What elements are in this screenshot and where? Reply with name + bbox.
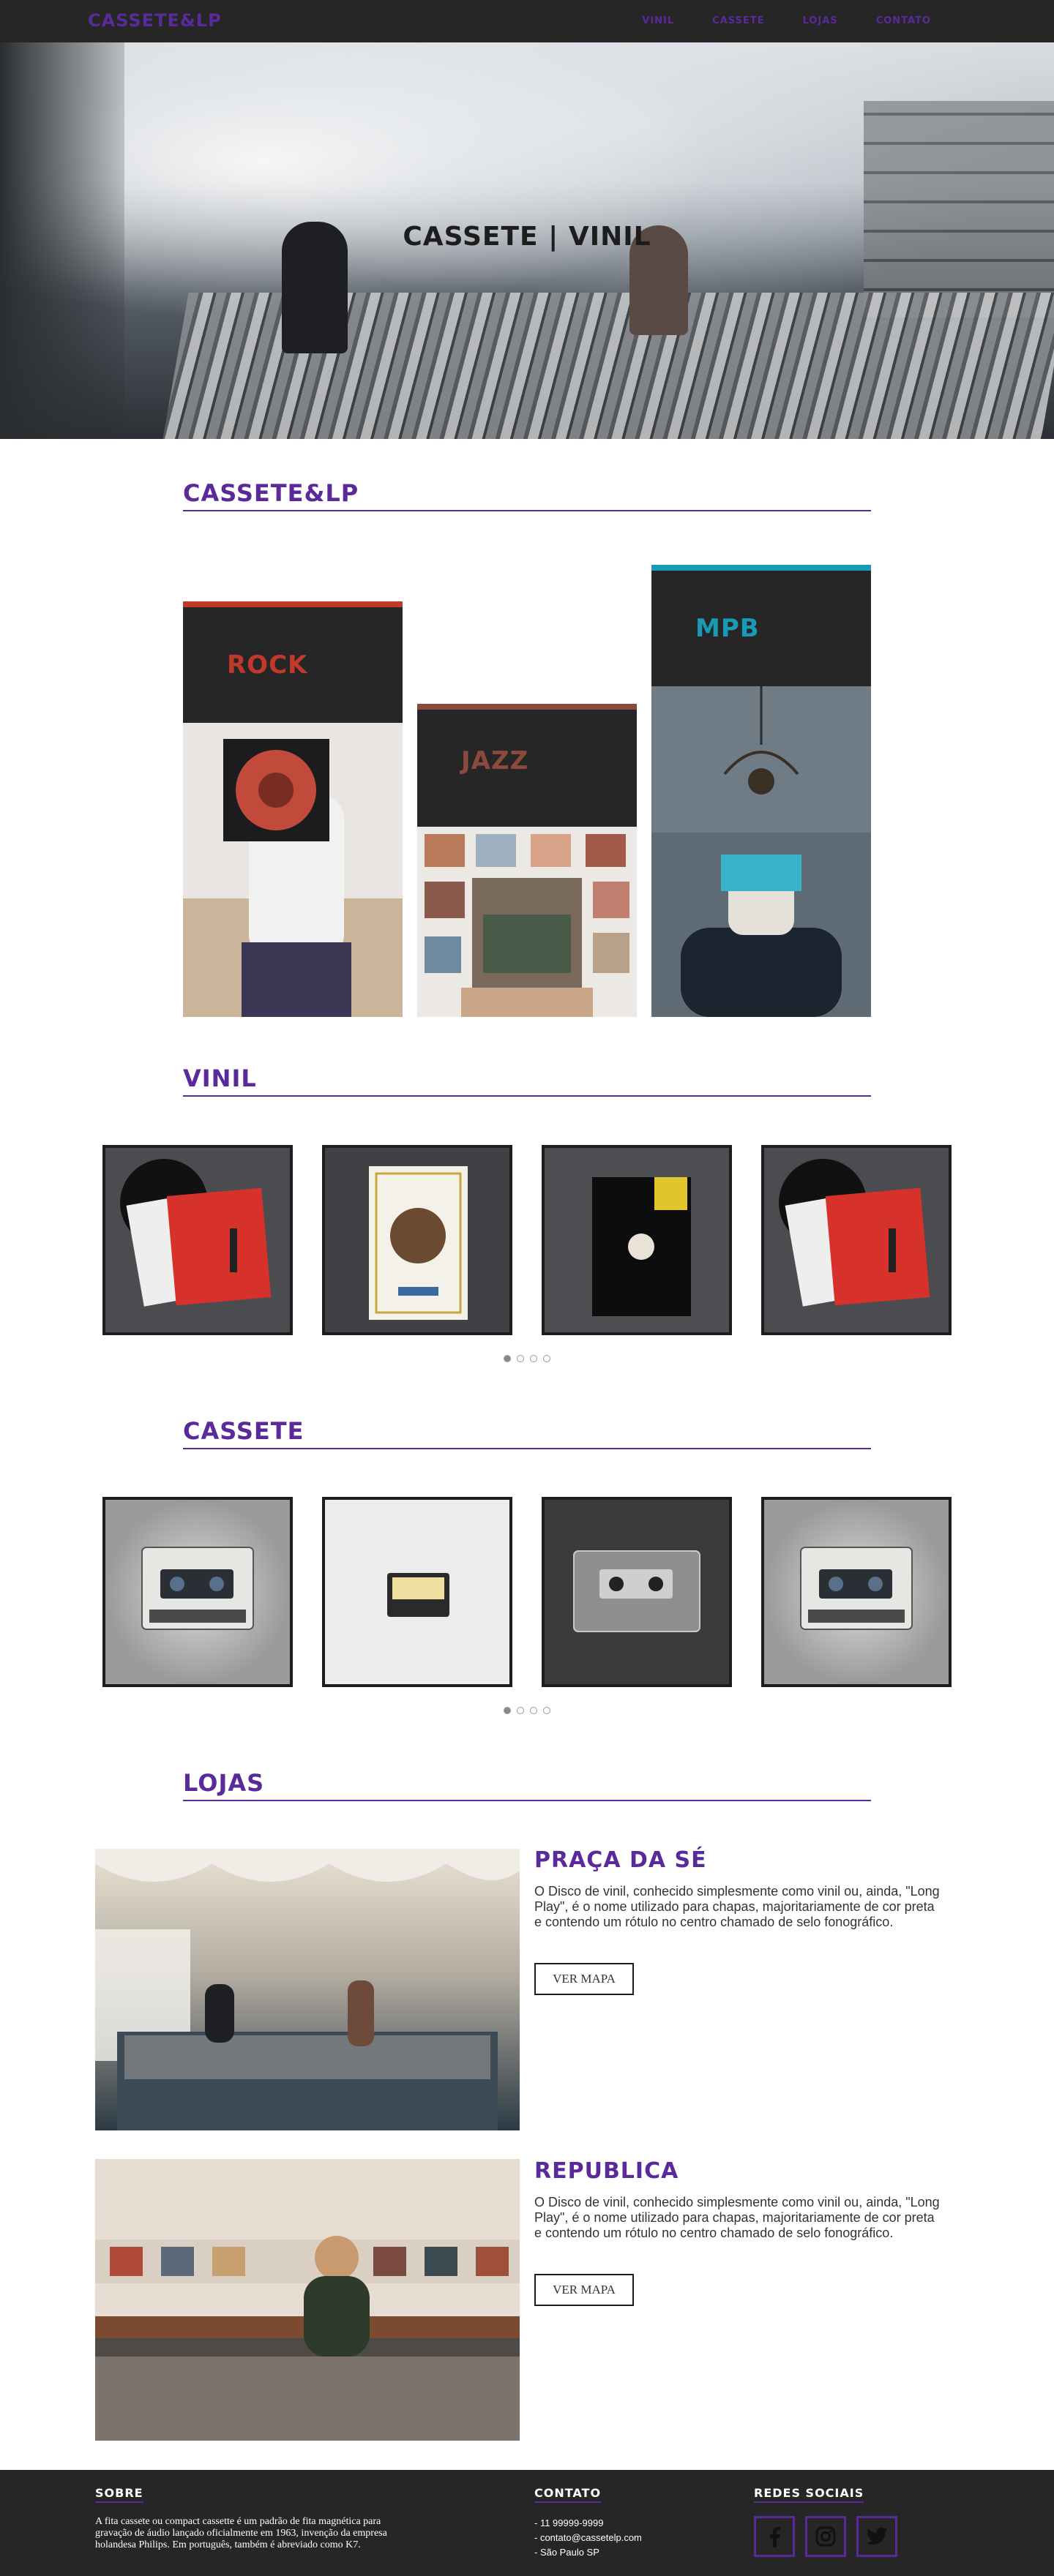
genre-photo-mpb [651,686,871,1017]
yellow-cassette [325,1500,509,1684]
genre-label: ROCK [227,650,308,680]
carousel-dot[interactable] [504,1707,511,1714]
social-links [754,2516,897,2557]
carousel-dot[interactable] [543,1355,550,1362]
section-title: CASSETE&LP [183,479,359,507]
section-title: CASSETE [183,1417,304,1445]
philips-cassette [105,1500,290,1684]
vinil-carousel-item[interactable] [542,1145,732,1335]
section-title: LOJAS [183,1769,265,1797]
section-heading-about: CASSETE&LP [183,479,871,511]
cassete-carousel-item[interactable] [322,1497,512,1687]
logo[interactable]: CASSETE&LP [88,10,222,31]
nav-link-lojas[interactable]: LOJAS [803,15,838,26]
carousel-dot[interactable] [543,1707,550,1714]
contact-location: - São Paulo SP [534,2547,599,2558]
section-heading-vinil: VINIL [183,1064,871,1097]
clear-cassette [545,1500,729,1684]
genre-accent-bar [183,601,403,607]
hero-banner: CASSETE | VINIL [0,42,1054,439]
nav-link-cassete[interactable]: CASSETE [712,15,764,26]
twitter-icon[interactable] [856,2516,897,2557]
carousel-dot[interactable] [517,1355,524,1362]
footer-social-title: REDES SOCIAIS [754,2486,864,2503]
hero-title: CASSETE | VINIL [403,222,651,252]
view-map-button[interactable]: VER MAPA [534,1963,634,1995]
footer-social: REDES SOCIAIS [754,2486,897,2557]
footer-contact-title: CONTATO [534,2486,602,2503]
cassete-carousel-item[interactable] [761,1497,952,1687]
section-heading-cassete: CASSETE [183,1417,871,1449]
view-map-button[interactable]: VER MAPA [534,2274,634,2306]
leon-bridges-record [105,1148,290,1332]
cassete-carousel-dots [0,1707,1054,1714]
cassete-carousel-item[interactable] [542,1497,732,1687]
genre-card-rock[interactable]: ROCK [183,601,403,1017]
carousel-dot[interactable] [530,1707,537,1714]
carousel-dot[interactable] [504,1355,511,1362]
contact-phone: - 11 99999-9999 [534,2517,604,2528]
vinil-carousel-item[interactable] [761,1145,952,1335]
store-description: O Disco de vinil, conhecido simplesmente… [534,1884,940,1929]
store-photo-republica [95,2159,520,2441]
cassete-carousel-item[interactable] [102,1497,293,1687]
carousel-dot[interactable] [517,1707,524,1714]
store-description: O Disco de vinil, conhecido simplesmente… [534,2195,940,2240]
footer-about-text: A fita cassete ou compact cassette é um … [95,2516,387,2550]
footer-about: SOBRE A fita cassete ou compact cassette… [95,2486,417,2551]
instagram-icon[interactable] [805,2516,846,2557]
dr-dre-record [325,1148,509,1332]
genre-label: MPB [695,614,760,643]
store-name: PRAÇA DA SÉ [534,1847,707,1873]
nav-link-vinil[interactable]: VINIL [642,15,674,26]
genre-photo-jazz [417,827,637,1017]
nav-links: VINIL CASSETE LOJAS CONTATO [642,15,931,26]
black-record [545,1148,729,1332]
contact-email[interactable]: - contato@cassetelp.com [534,2531,642,2545]
genre-card-jazz[interactable]: JAZZ [417,704,637,1017]
leon-bridges-record [764,1148,949,1332]
philips-cassette [764,1500,949,1684]
nav-link-contato[interactable]: CONTATO [876,15,931,26]
vinil-carousel-dots [0,1355,1054,1362]
section-title: VINIL [183,1064,257,1092]
genre-photo-rock [183,723,403,1017]
facebook-icon[interactable] [754,2516,795,2557]
footer-contact-list: - 11 99999-9999 - contato@cassetelp.com … [534,2516,642,2560]
footer: SOBRE A fita cassete ou compact cassette… [0,2470,1054,2576]
store-name: REPUBLICA [534,2158,679,2184]
genre-label: JAZZ [461,746,529,776]
carousel-dot[interactable] [530,1355,537,1362]
vinil-carousel-item[interactable] [102,1145,293,1335]
vinil-carousel-item[interactable] [322,1145,512,1335]
footer-contact: CONTATO - 11 99999-9999 - contato@casset… [534,2486,642,2560]
genre-accent-bar [417,704,637,710]
footer-about-title: SOBRE [95,2486,143,2503]
section-heading-lojas: LOJAS [183,1769,871,1801]
top-nav: CASSETE&LP VINIL CASSETE LOJAS CONTATO [0,0,1054,42]
genre-card-mpb[interactable]: MPB [651,565,871,1017]
genre-accent-bar [651,565,871,571]
store-photo-praca-da-se [95,1849,520,2130]
hero-photo-shelf [864,101,1054,320]
